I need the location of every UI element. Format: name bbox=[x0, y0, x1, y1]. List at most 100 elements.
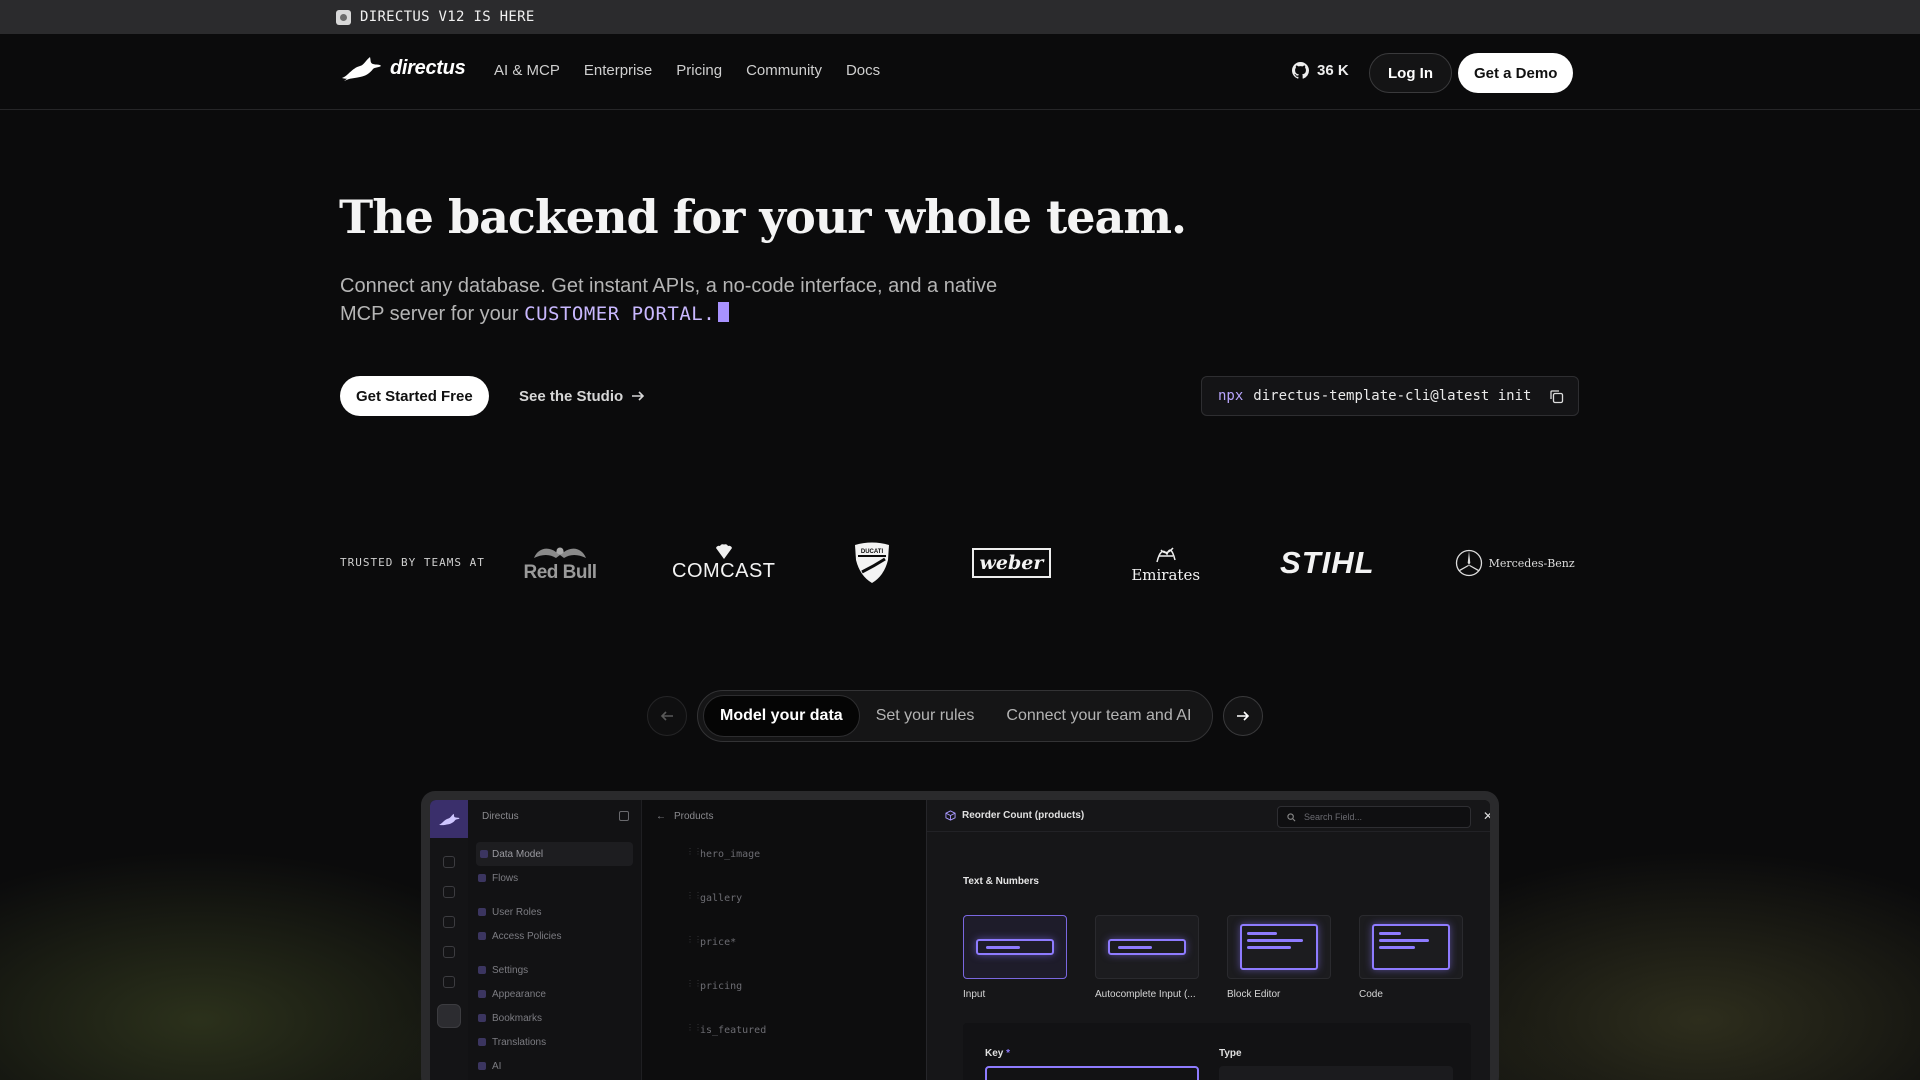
see-studio-label: See the Studio bbox=[519, 387, 624, 405]
interface-card-input[interactable]: Input bbox=[963, 915, 1067, 1000]
field-row[interactable]: is_featured bbox=[642, 1008, 926, 1052]
sidebar-item-translations[interactable]: Translations bbox=[468, 1030, 641, 1054]
logo-emirates: Emirates bbox=[1131, 542, 1200, 584]
tab-set-your-rules[interactable]: Set your rules bbox=[860, 695, 991, 737]
search-icon bbox=[1287, 813, 1296, 822]
bulls-icon bbox=[534, 547, 586, 558]
autocomplete-preview-icon bbox=[1108, 939, 1186, 955]
sidebar-item-appearance[interactable]: Appearance bbox=[468, 982, 641, 1006]
sidebar-item-data-model[interactable]: Data Model bbox=[476, 842, 633, 866]
sidebar-item-ai[interactable]: AI bbox=[468, 1054, 641, 1078]
app-logo bbox=[430, 800, 468, 838]
carousel-next-button[interactable] bbox=[1223, 696, 1264, 736]
app-module-rail bbox=[430, 800, 468, 1080]
back-arrow-icon[interactable]: ← bbox=[656, 811, 666, 822]
logo-red-bull-text: Red Bull bbox=[523, 562, 597, 583]
logo-comcast: COMCAST bbox=[672, 543, 776, 583]
nav-link-community[interactable]: Community bbox=[746, 62, 822, 79]
field-search-input[interactable]: Search Field... bbox=[1277, 806, 1471, 828]
field-row[interactable]: price* bbox=[642, 920, 926, 964]
interface-label: Block Editor bbox=[1227, 989, 1281, 1000]
field-row[interactable]: pricing bbox=[642, 964, 926, 1008]
close-icon[interactable]: ✕ bbox=[1483, 809, 1490, 823]
get-demo-button[interactable]: Get a Demo bbox=[1458, 53, 1574, 93]
logo-emirates-text: Emirates bbox=[1131, 566, 1201, 584]
key-input[interactable] bbox=[985, 1066, 1199, 1080]
app-screen: Directus Data Model Flows User Roles Acc… bbox=[430, 800, 1490, 1080]
arrow-right-icon bbox=[1237, 711, 1250, 721]
module-insights-icon[interactable] bbox=[443, 946, 455, 958]
announcement-bar[interactable]: DIRECTUS V12 IS HERE bbox=[0, 0, 1920, 34]
tab-model-your-data[interactable]: Model your data bbox=[703, 695, 860, 737]
rabbit-logo-icon bbox=[439, 813, 460, 825]
sidebar-item-access-policies[interactable]: Access Policies bbox=[468, 924, 641, 948]
trusted-label: TRUSTED BY TEAMS AT bbox=[340, 556, 485, 569]
emirates-calligraphy-icon bbox=[1155, 547, 1176, 563]
sidebar-item-settings[interactable]: Settings bbox=[468, 958, 641, 982]
cli-command: directus-template-cli@latest init bbox=[1253, 388, 1532, 404]
app-sidebar: Directus Data Model Flows User Roles Acc… bbox=[468, 800, 642, 1080]
interface-cards: Input Autocomplete Input (... Block Edit… bbox=[963, 915, 1463, 1000]
github-stars-link[interactable]: 36 K bbox=[1292, 62, 1349, 79]
hero-subtitle-line1: Connect any database. Get instant APIs, … bbox=[340, 275, 998, 297]
logo-comcast-text: COMCAST bbox=[672, 559, 776, 582]
sidebar-title: Directus bbox=[482, 810, 519, 822]
nav-links: AI & MCP Enterprise Pricing Community Do… bbox=[494, 62, 880, 79]
copy-icon[interactable] bbox=[1549, 389, 1564, 404]
interface-label: Code bbox=[1359, 989, 1383, 1000]
get-started-button[interactable]: Get Started Free bbox=[340, 376, 489, 416]
module-content-icon[interactable] bbox=[443, 856, 455, 868]
field-row[interactable]: hero_image bbox=[642, 832, 926, 876]
module-users-icon[interactable] bbox=[443, 886, 455, 898]
arrow-left-icon bbox=[660, 711, 673, 721]
github-star-count: 36 K bbox=[1317, 62, 1349, 79]
sidebar-item-bookmarks[interactable]: Bookmarks bbox=[468, 1006, 641, 1030]
top-nav: directus AI & MCP Enterprise Pricing Com… bbox=[0, 34, 1920, 110]
key-label: Key * bbox=[985, 1048, 1011, 1059]
see-studio-link[interactable]: See the Studio bbox=[519, 376, 645, 416]
hero-highlight: CUSTOMER PORTAL. bbox=[524, 303, 716, 325]
peacock-icon bbox=[715, 543, 732, 559]
sidebar-item-flows[interactable]: Flows bbox=[468, 866, 641, 890]
breadcrumb-collection: Products bbox=[674, 810, 714, 822]
login-button[interactable]: Log In bbox=[1369, 53, 1452, 93]
logo-weber: weber bbox=[971, 548, 1052, 578]
carousel-prev-button[interactable] bbox=[647, 696, 687, 736]
nav-link-docs[interactable]: Docs bbox=[846, 62, 880, 79]
hero-title: The backend for your whole team. bbox=[339, 190, 1187, 244]
nav-link-ai-mcp[interactable]: AI & MCP bbox=[494, 62, 560, 79]
logo-ducati: DUCATI bbox=[852, 542, 892, 584]
interface-card-autocomplete[interactable]: Autocomplete Input (... bbox=[1095, 915, 1199, 1000]
logo-mercedes-benz: Mercedes-Benz bbox=[1455, 549, 1575, 577]
carousel-tabs: Model your data Set your rules Connect y… bbox=[697, 690, 1214, 742]
nav-link-enterprise[interactable]: Enterprise bbox=[584, 62, 652, 79]
interface-card-code[interactable]: Code bbox=[1359, 915, 1463, 1000]
nav-link-pricing[interactable]: Pricing bbox=[676, 62, 722, 79]
block-editor-preview-icon bbox=[1240, 924, 1318, 970]
typing-cursor bbox=[718, 302, 730, 322]
type-label: Type bbox=[1219, 1048, 1242, 1059]
sidebar-item-user-roles[interactable]: User Roles bbox=[468, 900, 641, 924]
feature-carousel: Model your data Set your rules Connect y… bbox=[647, 690, 1264, 742]
field-row[interactable]: gallery bbox=[642, 876, 926, 920]
field-drawer: Reorder Count (products) Search Field...… bbox=[926, 800, 1490, 1080]
sidebar-toggle-icon[interactable] bbox=[619, 811, 629, 821]
interface-card-block-editor[interactable]: Block Editor bbox=[1227, 915, 1331, 1000]
module-help-icon[interactable] bbox=[443, 976, 455, 988]
rabbit-logo-icon bbox=[342, 57, 381, 81]
cli-command-box[interactable]: npx directus-template-cli@latest init bbox=[1201, 376, 1579, 416]
tab-connect-team-ai[interactable]: Connect your team and AI bbox=[990, 695, 1207, 737]
module-settings-icon[interactable] bbox=[437, 1004, 461, 1028]
cli-prefix: npx bbox=[1218, 388, 1244, 404]
announcement-text: DIRECTUS V12 IS HERE bbox=[360, 9, 535, 25]
sidebar-header: Directus bbox=[468, 800, 641, 832]
breadcrumb: ← Products bbox=[642, 800, 926, 832]
logo-mercedes-text: Mercedes-Benz bbox=[1488, 556, 1575, 570]
type-select[interactable] bbox=[1219, 1066, 1453, 1080]
field-list: ← Products hero_image gallery price* pri… bbox=[642, 800, 926, 1080]
drawer-title: Reorder Count (products) bbox=[962, 810, 1085, 821]
ducati-shield-icon: DUCATI bbox=[854, 542, 889, 583]
record-icon bbox=[336, 9, 351, 25]
brand-logo[interactable]: directus bbox=[340, 54, 466, 82]
module-files-icon[interactable] bbox=[443, 916, 455, 928]
